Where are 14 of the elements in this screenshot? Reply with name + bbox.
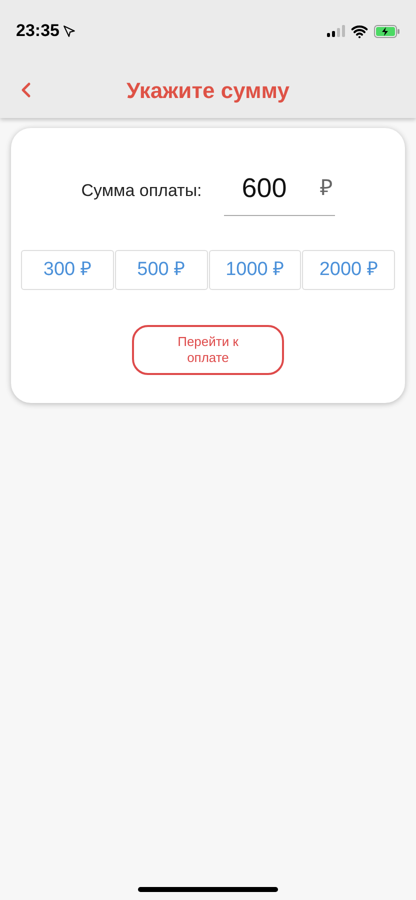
preset-amount-button[interactable]: 2000 ₽ xyxy=(302,250,395,290)
amount-label: Сумма оплаты: xyxy=(81,180,202,202)
preset-amount-button[interactable]: 300 ₽ xyxy=(21,250,114,290)
status-time: 23:35 xyxy=(16,20,60,42)
page-title: Укажите сумму xyxy=(126,76,290,105)
wifi-icon xyxy=(351,22,368,40)
amount-field[interactable]: 600 xyxy=(242,168,302,208)
ruble-sign: ₽ xyxy=(320,174,333,202)
preset-amount-button[interactable]: 1000 ₽ xyxy=(208,250,302,290)
location-icon xyxy=(63,24,76,38)
preset-amount-button[interactable]: 500 ₽ xyxy=(114,250,208,290)
battery-charging-icon xyxy=(374,24,400,38)
signal-icon xyxy=(327,25,345,37)
pay-button[interactable]: Перейти к оплате xyxy=(132,325,284,375)
